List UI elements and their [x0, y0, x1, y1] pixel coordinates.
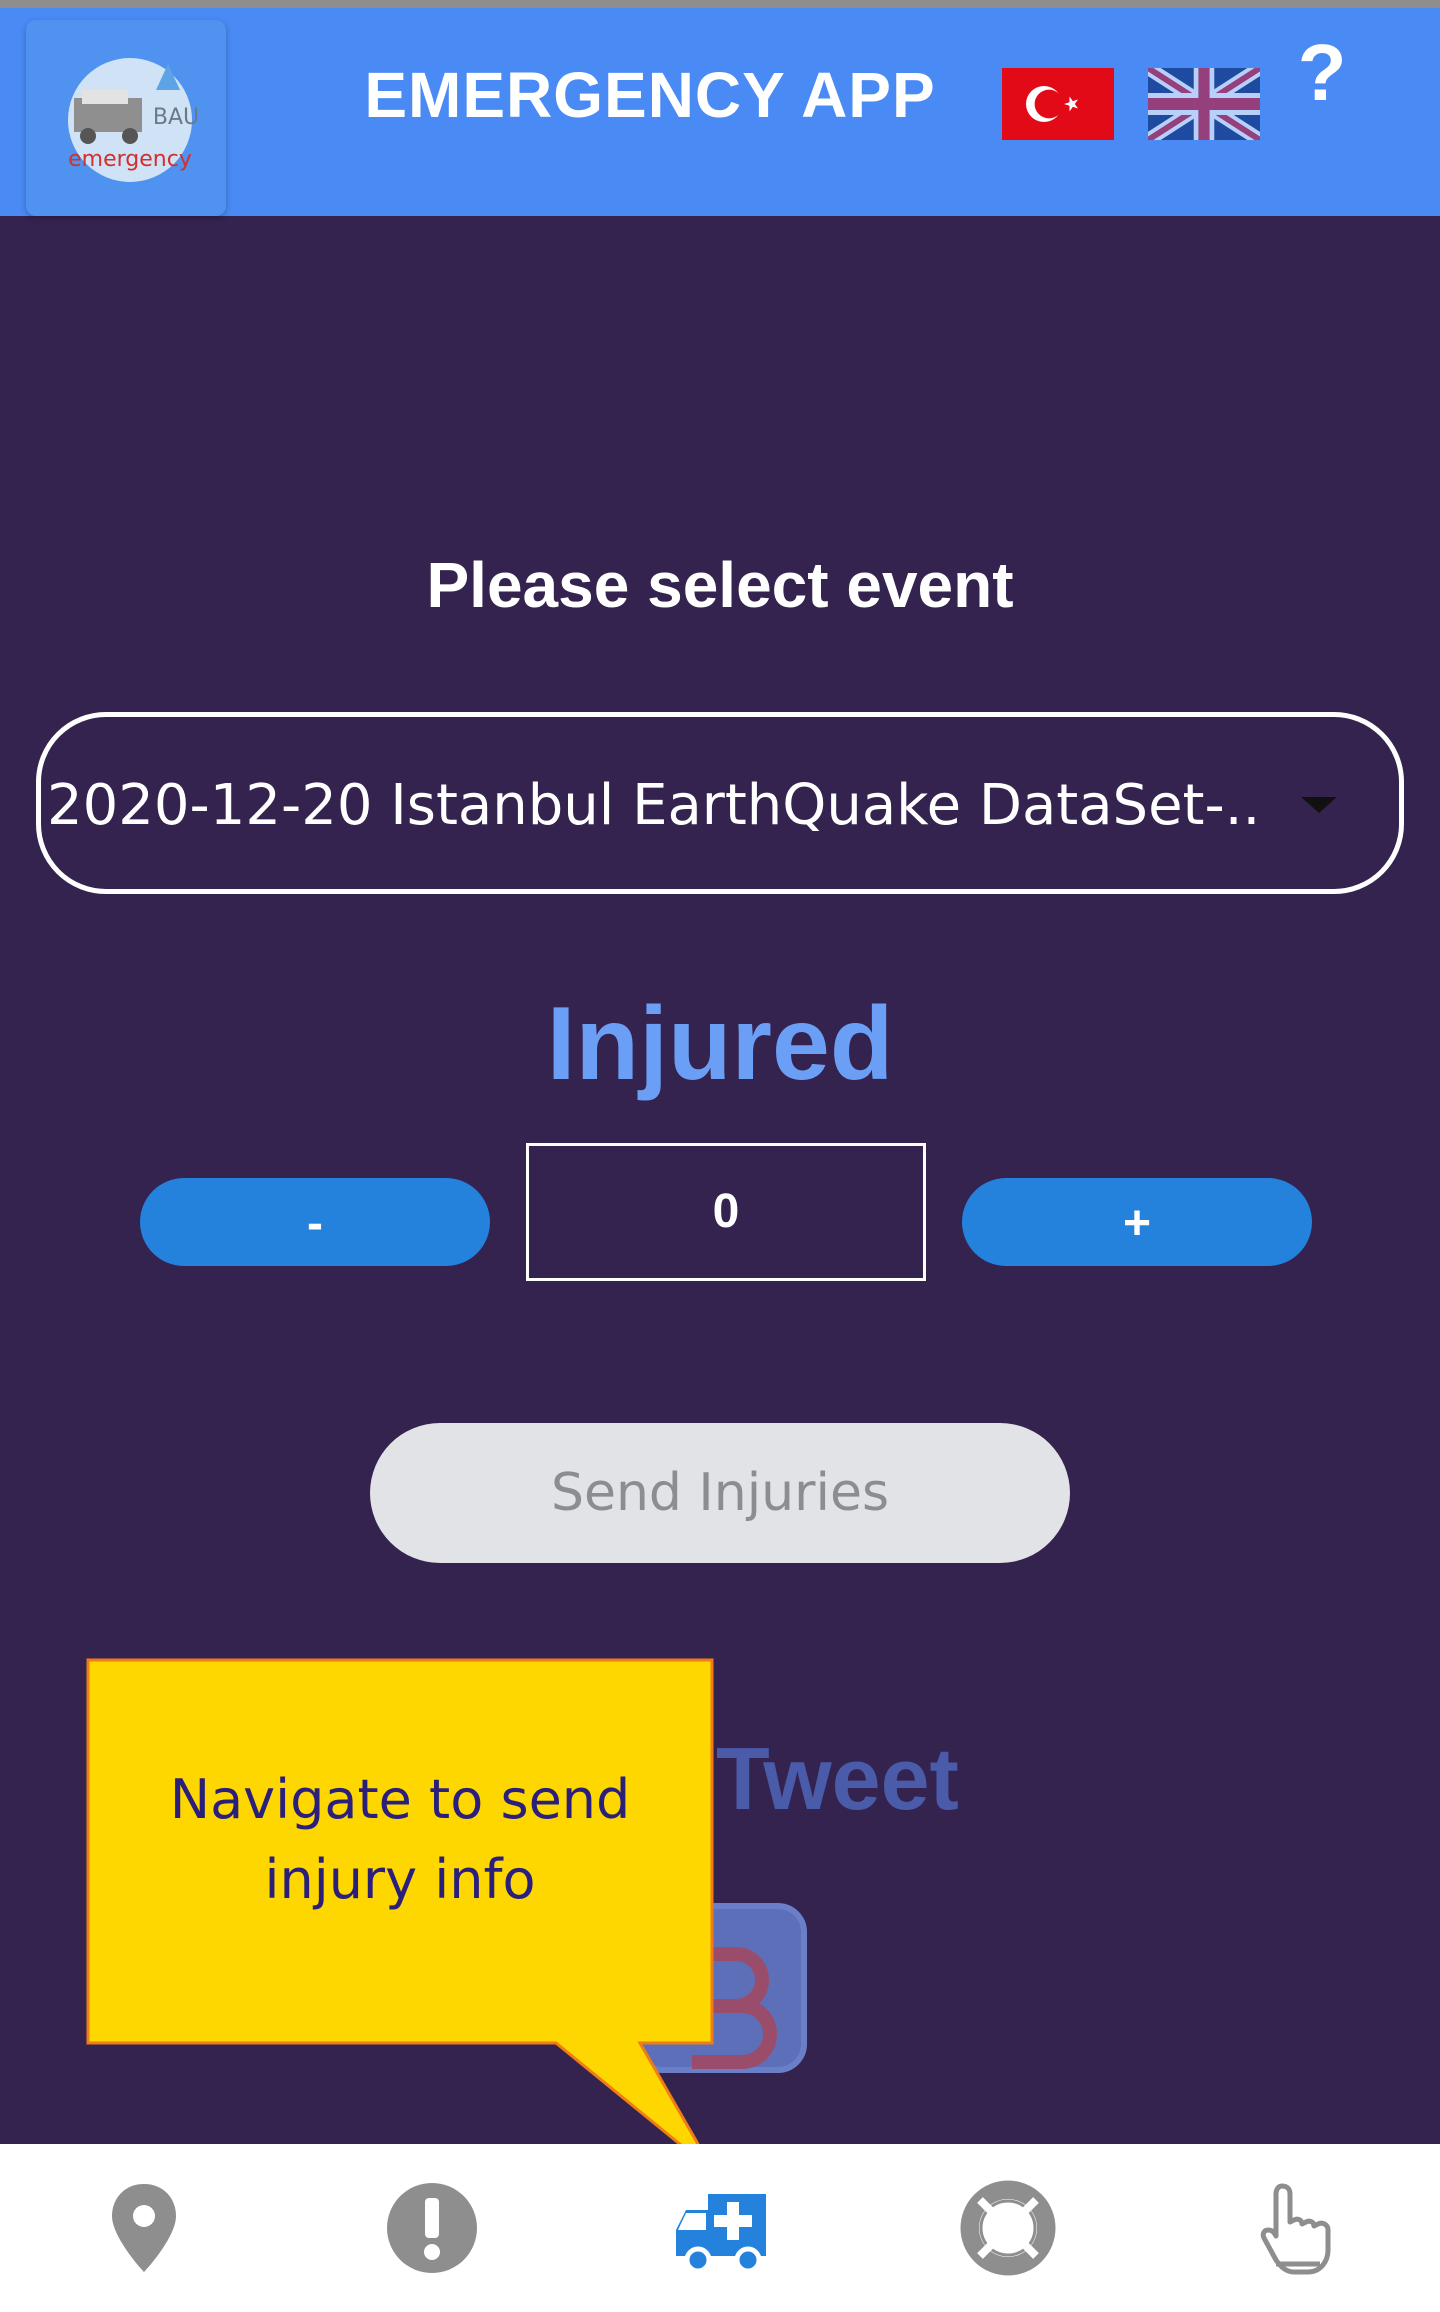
tooltip-line-2: injury info: [264, 1848, 536, 1911]
tooltip-text: Navigate to send injury info: [88, 1760, 712, 1920]
alert-icon: [387, 2183, 477, 2273]
help-button[interactable]: ?: [1290, 28, 1354, 118]
app-header: BAU emergency EMERGENCY APP ?: [0, 0, 1440, 216]
select-event-heading: Please select event: [426, 549, 1014, 621]
send-injuries-button[interactable]: Send Injuries: [370, 1423, 1070, 1563]
map-pin-icon: [112, 2184, 176, 2272]
app-title: EMERGENCY APP: [364, 59, 936, 131]
emergency-app-screen: BAU emergency EMERGENCY APP ? Please sel…: [0, 0, 1440, 2312]
nav-item-alert[interactable]: [288, 2144, 576, 2312]
decrement-button[interactable]: -: [140, 1178, 490, 1266]
nav-item-map[interactable]: [0, 2144, 288, 2312]
event-dropdown-value: 2020-12-20 Istanbul EarthQuake DataSet-.…: [47, 773, 1261, 838]
svg-text:BAU: BAU: [153, 105, 199, 130]
logo-image-icon: BAU emergency: [68, 58, 199, 182]
tweet-app-icon[interactable]: [632, 1902, 808, 2074]
bottom-navigation: [0, 2144, 1440, 2312]
lifebuoy-icon: [960, 2180, 1056, 2276]
app-logo[interactable]: BAU emergency: [26, 20, 226, 216]
turkish-flag-icon[interactable]: [1002, 68, 1114, 140]
svg-text:emergency: emergency: [68, 147, 192, 172]
increment-button[interactable]: +: [962, 1178, 1312, 1266]
tooltip-line-1: Navigate to send: [169, 1768, 631, 1831]
nav-item-gesture[interactable]: [1152, 2144, 1440, 2312]
nav-item-help[interactable]: [864, 2144, 1152, 2312]
hand-pointer-icon: [1260, 2183, 1331, 2275]
injured-count-field[interactable]: 0: [526, 1143, 926, 1281]
event-dropdown[interactable]: 2020-12-20 Istanbul EarthQuake DataSet-.…: [36, 712, 1404, 894]
dropdown-caret-icon: [1301, 797, 1337, 813]
uk-flag-icon[interactable]: [1148, 68, 1260, 140]
ambulance-icon: [676, 2194, 766, 2274]
injured-title: Injured: [546, 986, 894, 1102]
nav-item-injury[interactable]: [576, 2144, 864, 2312]
tweet-title: Tweet: [716, 1729, 959, 1828]
